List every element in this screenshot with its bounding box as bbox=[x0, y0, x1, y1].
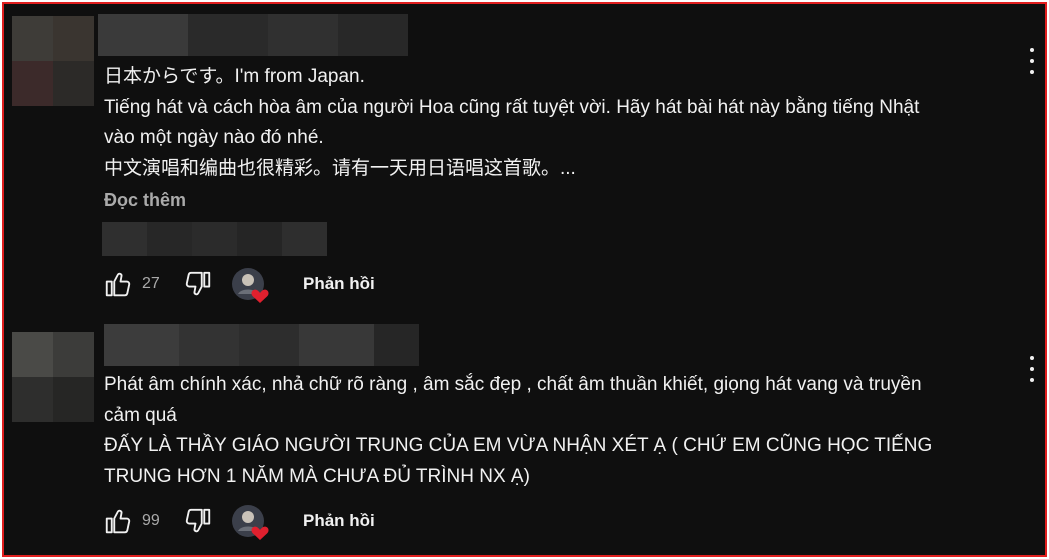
comment-line: 中文演唱和编曲也很精彩。请有一天用日语唱这首歌。... bbox=[104, 157, 576, 179]
like-count: 99 bbox=[142, 512, 160, 529]
redacted-content bbox=[102, 222, 327, 256]
comment-line: Phát âm chính xác, nhả chữ rõ ràng , âm … bbox=[104, 374, 922, 395]
more-vert-icon[interactable] bbox=[1022, 356, 1042, 382]
comment-line: 日本からです。I'm from Japan. bbox=[104, 66, 365, 87]
comment-actions: 99 Phản hồi bbox=[100, 503, 700, 543]
comment-line: cảm quá bbox=[104, 404, 177, 426]
thumb-down-icon[interactable] bbox=[180, 266, 216, 302]
thumb-down-icon[interactable] bbox=[180, 503, 216, 539]
creator-heart-badge bbox=[230, 503, 269, 541]
more-vert-icon[interactable] bbox=[1022, 48, 1042, 74]
comments-panel: 日本からです。I'm from Japan. Tiếng hát và cách… bbox=[2, 2, 1047, 557]
comment-line: Tiếng hát và cách hòa âm của người Hoa c… bbox=[104, 96, 920, 118]
comment-line: ĐẤY LÀ THẦY GIÁO NGƯỜI TRUNG CỦA EM VỪA … bbox=[104, 435, 933, 456]
comment-line: TRUNG HƠN 1 NĂM MÀ CHƯA ĐỦ TRÌNH NX Ạ) bbox=[104, 465, 530, 487]
comment-line: vào một ngày nào đó nhé. bbox=[104, 127, 324, 148]
reply-button[interactable]: Phản hồi bbox=[303, 511, 375, 531]
avatar[interactable] bbox=[12, 332, 94, 422]
comment-text: Phát âm chính xác, nhả chữ rõ ràng , âm … bbox=[104, 370, 1004, 492]
thumb-up-icon[interactable] bbox=[100, 503, 136, 539]
like-count: 27 bbox=[142, 275, 160, 292]
author-name[interactable] bbox=[98, 14, 408, 56]
comment-actions: 27 Phản hồi bbox=[100, 266, 700, 306]
reply-button[interactable]: Phản hồi bbox=[303, 274, 375, 294]
creator-heart-badge bbox=[230, 266, 269, 304]
thumb-up-icon[interactable] bbox=[100, 266, 136, 302]
comment-text: 日本からです。I'm from Japan. Tiếng hát và cách… bbox=[104, 62, 1004, 184]
avatar[interactable] bbox=[12, 16, 94, 106]
read-more-link[interactable]: Đọc thêm bbox=[104, 190, 186, 211]
author-name[interactable] bbox=[104, 324, 419, 366]
